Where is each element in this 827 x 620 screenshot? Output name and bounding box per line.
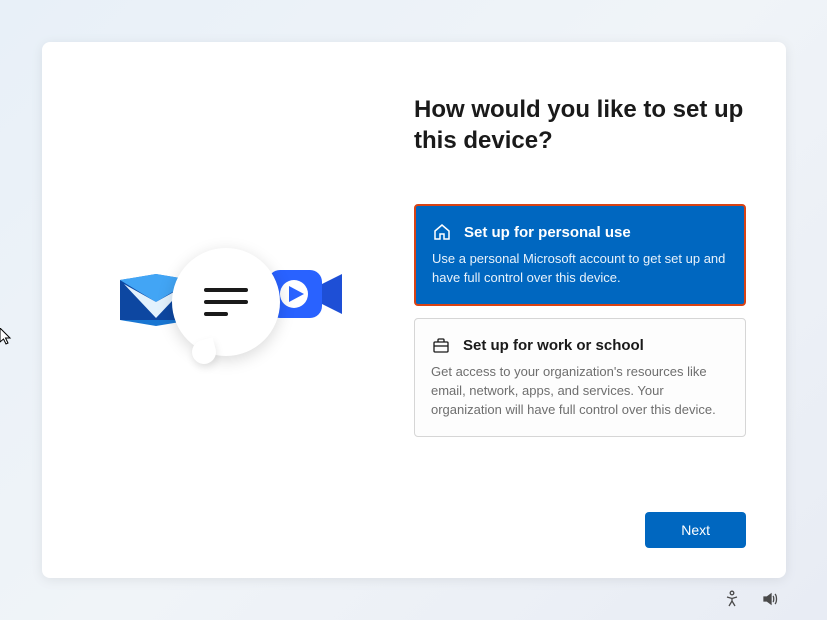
system-tray [723, 590, 779, 608]
option-description: Use a personal Microsoft account to get … [432, 250, 728, 288]
page-title: How would you like to set up this device… [414, 94, 746, 156]
setup-dialog: How would you like to set up this device… [42, 42, 786, 578]
briefcase-icon [431, 335, 451, 355]
mouse-cursor [0, 328, 14, 351]
content-panel: How would you like to set up this device… [414, 42, 786, 578]
option-personal-use[interactable]: Set up for personal use Use a personal M… [414, 204, 746, 306]
option-title: Set up for work or school [463, 337, 644, 354]
chat-bubble-icon [172, 248, 280, 356]
next-button[interactable]: Next [645, 512, 746, 548]
setup-illustration [108, 230, 348, 390]
option-title: Set up for personal use [464, 224, 631, 241]
option-work-school[interactable]: Set up for work or school Get access to … [414, 318, 746, 437]
option-description: Get access to your organization's resour… [431, 363, 729, 420]
dialog-footer: Next [414, 512, 746, 548]
accessibility-icon[interactable] [723, 590, 741, 608]
volume-icon[interactable] [761, 590, 779, 608]
home-icon [432, 222, 452, 242]
illustration-panel [42, 42, 414, 578]
